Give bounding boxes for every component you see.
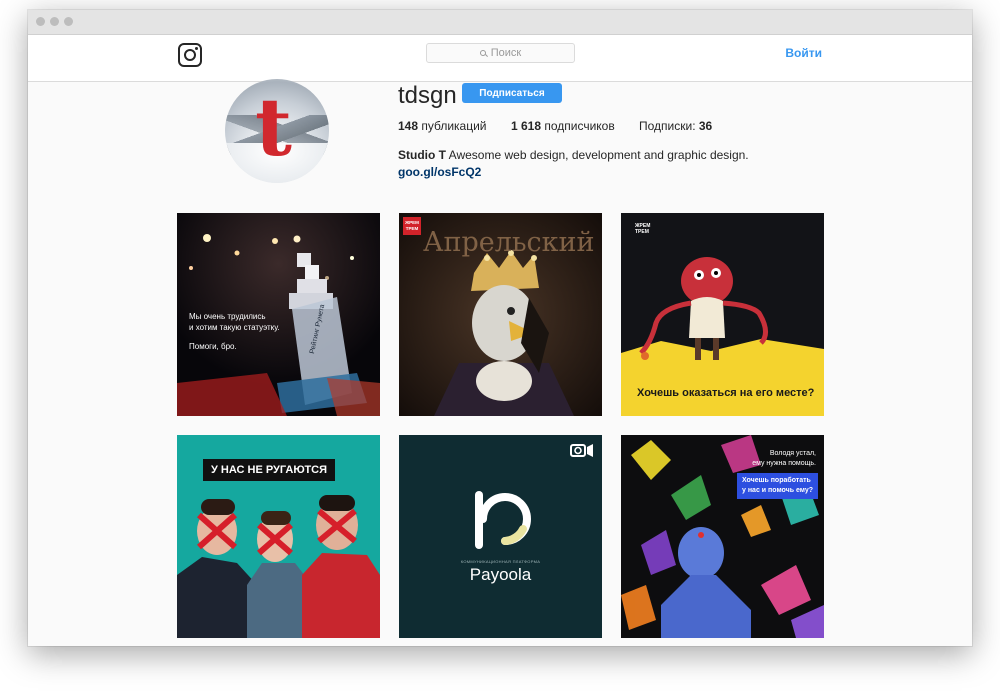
maximize-dot[interactable] xyxy=(64,17,73,26)
camera-flash xyxy=(195,47,198,50)
browser-window: Поиск Войти t tdsgn Подписаться 148 публ… xyxy=(28,10,972,646)
posts-count-stat: 148 публикаций xyxy=(398,119,487,133)
following-label: Подписки: xyxy=(639,119,699,133)
leaves-caption-top: Володя устал, ему нужна помощь. xyxy=(752,449,816,469)
close-dot[interactable] xyxy=(36,17,45,26)
followers-label: подписчиков xyxy=(541,119,615,133)
following-stat[interactable]: Подписки: 36 xyxy=(639,119,712,133)
april-title: Апрельский xyxy=(423,227,595,258)
monster-image xyxy=(621,213,824,416)
post-tile-swear[interactable]: У НАС НЕ РУГАЮТСЯ xyxy=(177,435,380,638)
followers-count: 1 618 xyxy=(511,119,542,133)
leaves-line-4: у нас и помочь ему? xyxy=(741,487,813,494)
camera-lens xyxy=(184,49,196,61)
leaves-line-1: Володя устал, xyxy=(769,450,816,457)
monster-caption: Хочешь оказаться на его месте? xyxy=(637,387,815,399)
bio-name: Studio T xyxy=(398,148,446,162)
search-input[interactable]: Поиск xyxy=(426,43,575,63)
post-tile-leaves[interactable]: Володя устал, ему нужна помощь. Хочешь п… xyxy=(621,435,824,638)
post-tile-monster[interactable]: ЖРЕМ ТРЕМ Хочешь оказаться на его месте? xyxy=(621,213,824,416)
posts-count: 148 xyxy=(398,119,419,133)
award-line-2: и хотим такую статуэтку. xyxy=(189,323,280,332)
following-count: 36 xyxy=(698,119,713,133)
profile-bio: Studio T Awesome web design, development… xyxy=(398,148,749,162)
award-caption: Мы очень трудились и хотим такую статуэт… xyxy=(189,311,280,352)
monster-badge: ЖРЕМ ТРЕМ xyxy=(635,223,651,235)
title-bar xyxy=(28,10,972,35)
swear-banner: У НАС НЕ РУГАЮТСЯ xyxy=(203,459,336,481)
post-tile-april[interactable]: ЖРЕМ ТРЕМ Апрельский xyxy=(399,213,602,416)
award-line-3: Помоги, бро. xyxy=(189,342,237,351)
leaves-line-3: Хочешь поработать xyxy=(741,477,811,484)
post-tile-payoola[interactable]: КОММУНИКАЦИОННАЯ ПЛАТФОРМА Payoola xyxy=(399,435,602,638)
studio-t-logo: t xyxy=(255,80,292,174)
search-placeholder: Поиск xyxy=(490,47,522,59)
payoola-logo xyxy=(399,435,602,638)
profile-username: tdsgn xyxy=(398,82,457,109)
leaves-caption-blue: Хочешь поработать у нас и помочь ему? xyxy=(736,473,818,499)
login-link[interactable]: Войти xyxy=(785,46,822,60)
instagram-icon[interactable] xyxy=(178,43,202,67)
payoola-subtitle: КОММУНИКАЦИОННАЯ ПЛАТФОРМА xyxy=(460,559,541,564)
post-tile-award[interactable]: Мы очень трудились и хотим такую статуэт… xyxy=(177,213,380,416)
leaves-line-2: ему нужна помощь. xyxy=(752,460,816,467)
profile-link[interactable]: goo.gl/osFcQ2 xyxy=(398,165,481,179)
award-line-1: Мы очень трудились xyxy=(189,312,266,321)
follow-button[interactable]: Подписаться xyxy=(462,83,562,103)
minimize-dot[interactable] xyxy=(50,17,59,26)
avatar[interactable]: t xyxy=(225,79,329,183)
posts-label: публикаций xyxy=(418,119,487,133)
followers-stat[interactable]: 1 618 подписчиков xyxy=(511,119,615,133)
payoola-brand: Payoola xyxy=(469,565,532,584)
april-badge: ЖРЕМ ТРЕМ xyxy=(403,217,421,235)
search-icon xyxy=(479,49,487,57)
top-nav: Поиск Войти xyxy=(28,35,972,82)
bio-text: Awesome web design, development and grap… xyxy=(446,148,749,162)
